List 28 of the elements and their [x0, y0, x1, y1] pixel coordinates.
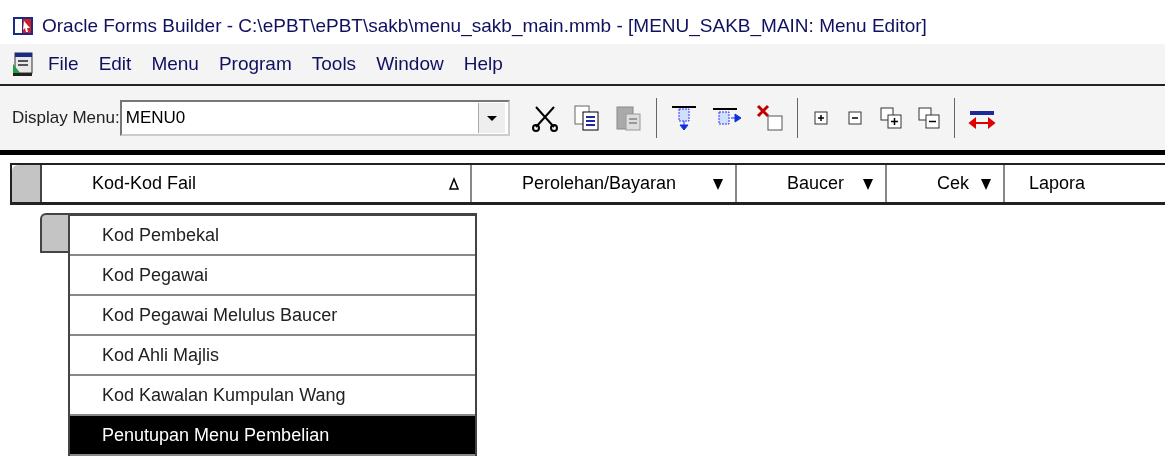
menu-editor-item[interactable]: Cek — [887, 165, 1005, 202]
copy-icon[interactable] — [571, 103, 602, 133]
menu-item[interactable]: Program — [218, 53, 292, 75]
menu-editor-item[interactable]: Baucer — [737, 165, 887, 202]
menu-item[interactable]: Edit — [98, 53, 132, 75]
form-icon — [12, 52, 34, 76]
menu-item[interactable]: Menu — [151, 53, 199, 75]
menu-item[interactable]: Help — [463, 53, 503, 75]
expanded-indicator-icon[interactable] — [448, 176, 460, 191]
menu-editor-item[interactable]: Lapora — [1005, 165, 1165, 202]
display-menu-dropdown[interactable]: MENU0 — [119, 100, 510, 136]
paste-icon[interactable] — [613, 103, 644, 133]
collapsed-indicator-icon[interactable] — [711, 176, 725, 191]
menu-item[interactable]: Tools — [311, 53, 357, 75]
menu-editor-item[interactable]: Penutupan Menu Pembelian — [70, 416, 475, 456]
menu-editor-item[interactable]: Kod-Kod Fail — [42, 165, 472, 202]
menu-item[interactable]: Window — [376, 53, 444, 75]
dropdown-caret-icon[interactable] — [477, 103, 505, 133]
display-menu-label: Display Menu: — [12, 108, 120, 128]
collapsed-indicator-icon[interactable] — [861, 176, 875, 191]
row-handle[interactable] — [40, 213, 68, 253]
collapsed-indicator-icon[interactable] — [979, 176, 993, 191]
window-title: Oracle Forms Builder - C:\ePBT\ePBT\sakb\menu_sakb_main.mmb - [MENU_SAKB_MAIN: Menu Editor] — [42, 15, 927, 37]
row-handle[interactable] — [12, 165, 42, 202]
menu-editor-item[interactable]: Perolehan/Bayaran — [472, 165, 737, 202]
delete-icon[interactable] — [754, 103, 785, 133]
menu-item[interactable]: File — [48, 53, 79, 75]
app-icon — [12, 16, 34, 36]
